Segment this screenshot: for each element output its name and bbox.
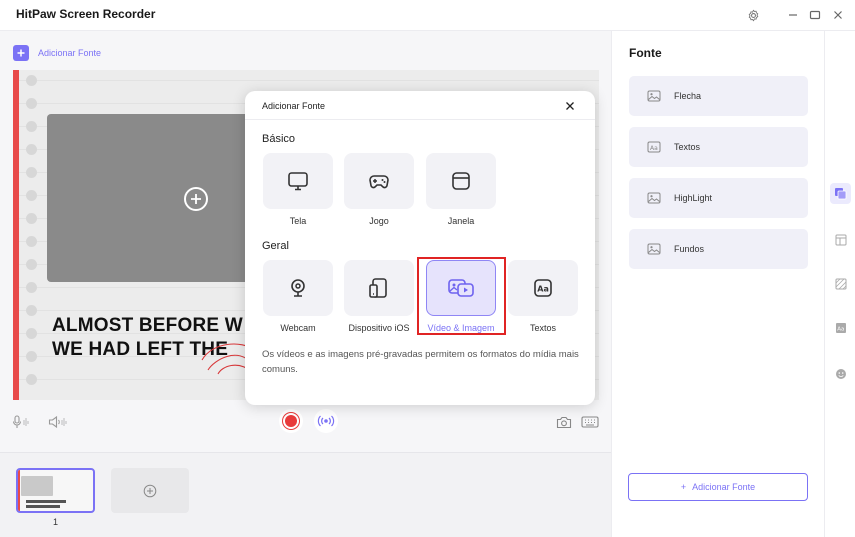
speaker-icon[interactable] [48,415,68,434]
scene-strip: 1 [0,452,611,537]
add-scene-icon [143,484,157,497]
svg-text:Aa: Aa [650,145,658,152]
gamepad-icon [369,175,389,189]
sticker-tab-icon[interactable] [830,363,851,384]
scene-number: 1 [52,517,58,527]
source-item-label: Textos [674,142,701,152]
dialog-description: Os vídeos e as imagens pré-gravadas perm… [262,349,579,375]
record-dot-icon [285,415,297,427]
record-button[interactable] [279,409,303,433]
canvas-red-margin [13,70,19,400]
general-section-title: Geral [262,240,289,252]
basic-section-title: Básico [262,133,296,145]
add-source-panel-label: Adicionar Fonte [692,482,756,492]
add-source-button[interactable]: Adicionar Fonte [13,45,101,61]
monitor-icon [288,172,308,191]
settings-gear-icon[interactable] [745,7,761,23]
svg-text:Aa: Aa [537,285,549,294]
tile-textos[interactable]: Aa [508,260,578,316]
background-tab-icon[interactable] [830,273,851,294]
plus-icon: + [680,482,687,492]
sources-tab-icon[interactable] [830,183,851,204]
tile-label: Textos [529,323,556,333]
add-source-label: Adicionar Fonte [38,48,102,58]
tile-dispositivo-ios[interactable] [344,260,414,316]
scene-thumbnail[interactable] [16,468,95,513]
source-item-label: Fundos [674,244,705,254]
tile-label: Dispositivo iOS [348,323,410,333]
tile-tela[interactable] [263,153,333,209]
svg-text:Aa: Aa [837,326,844,332]
broadcast-icon [317,415,335,427]
add-circle-icon[interactable] [184,187,208,211]
add-source-dialog: Adicionar Fonte Básico Tela Jogo Janela … [245,91,595,405]
webcam-icon [291,279,305,297]
plus-icon [13,45,29,61]
text-tab-icon[interactable]: Aa [830,317,851,338]
tile-label: Janela [447,216,475,226]
tile-janela[interactable] [426,153,496,209]
tile-label: Jogo [369,216,389,226]
microphone-icon[interactable] [12,415,30,434]
devices-icon [369,278,387,298]
title-bar: HitPaw Screen Recorder [0,0,855,30]
webcam-placeholder[interactable] [47,114,267,282]
control-bar [0,407,611,437]
source-item-flecha[interactable]: Flecha [629,76,808,116]
source-panel: Fonte Flecha Aa Textos HighLight Fundos … [611,30,824,537]
layout-tab-icon[interactable] [830,229,851,250]
camera-icon[interactable] [556,415,572,434]
image-icon [647,243,661,255]
source-item-textos[interactable]: Aa Textos [629,127,808,167]
source-item-label: Flecha [674,91,702,101]
minimize-icon[interactable] [785,7,801,23]
add-source-panel-button[interactable]: + Adicionar Fonte [628,473,808,501]
tile-label: Webcam [280,323,316,333]
source-item-highlight[interactable]: HighLight [629,178,808,218]
add-scene-button[interactable] [111,468,189,513]
keyboard-icon[interactable] [581,415,599,433]
source-item-label: HighLight [674,193,713,203]
text-icon: Aa [534,279,552,297]
image-icon [647,192,661,204]
image-icon [647,90,661,102]
live-stream-button[interactable] [314,409,338,433]
close-window-icon[interactable] [830,7,846,23]
selection-highlight [417,257,506,335]
text-icon: Aa [647,141,661,153]
tile-label: Tela [289,216,307,226]
app-title: HitPaw Screen Recorder [16,7,156,21]
side-rail: Aa [824,30,855,537]
dialog-title: Adicionar Fonte [262,101,326,111]
tile-webcam[interactable] [263,260,333,316]
close-icon[interactable] [563,99,577,113]
tile-jogo[interactable] [344,153,414,209]
source-item-fundos[interactable]: Fundos [629,229,808,269]
window-icon [452,172,470,190]
maximize-icon[interactable] [807,7,823,23]
panel-title: Fonte [629,46,662,60]
